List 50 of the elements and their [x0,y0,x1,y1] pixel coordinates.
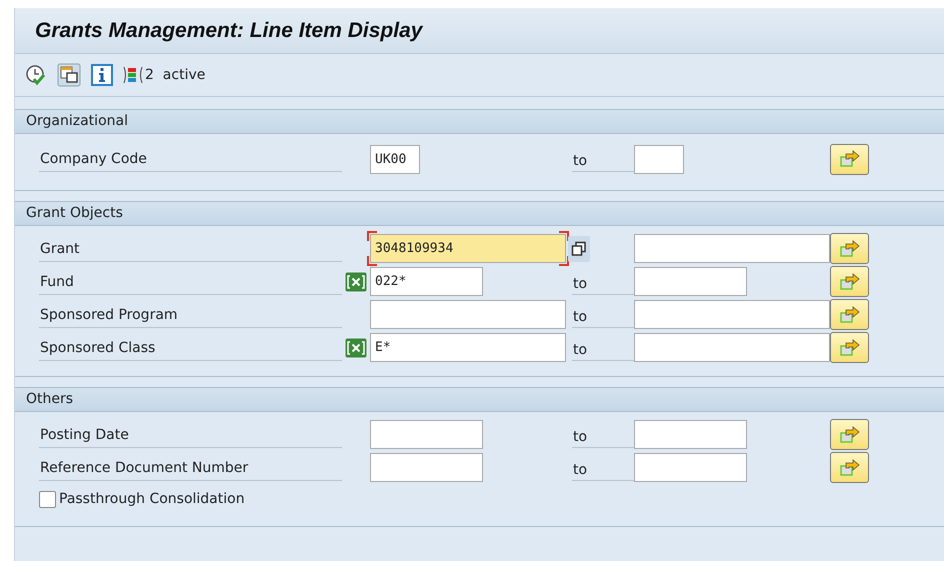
field-label: Sponsored Program [39,302,342,328]
multiple-selection-button[interactable] [830,144,869,174]
input-field[interactable] [370,300,566,329]
field-label: Grant [39,236,342,262]
field-label: Sponsored Class [39,334,342,360]
field-label: Posting Date [39,422,342,448]
arrow-icon [838,272,860,292]
window-title: Grants Management: Line Item Display [35,18,422,44]
multiple-selection-button[interactable] [830,233,869,264]
input-field[interactable] [634,420,747,449]
info-icon[interactable] [91,64,113,86]
input-field[interactable]: UK00 [370,144,420,174]
input-field[interactable] [634,234,830,263]
multiple-selection-button[interactable] [830,452,869,483]
windows-icon[interactable] [57,63,81,87]
checkbox[interactable] [39,490,56,508]
arrow-icon [838,149,860,169]
input-field[interactable] [370,453,483,482]
input-field[interactable] [634,453,747,482]
active-selections-button[interactable]: 2 active [123,64,206,86]
exclusion-icon[interactable] [345,272,367,292]
input-field[interactable]: 022* [370,267,483,296]
copy-button[interactable] [568,236,590,262]
field-label: Fund [39,268,342,294]
copy-icon [571,240,587,256]
input-field[interactable] [634,144,684,174]
input-field[interactable] [634,267,747,296]
field-label: Company Code [39,146,342,172]
input-field[interactable] [370,420,483,449]
checkbox-label: Passthrough Consolidation [59,490,245,508]
colored-bars-icon [123,65,143,85]
arrow-icon [838,338,860,358]
arrow-icon [838,238,860,258]
arrow-icon [838,424,860,444]
group-title: Others [26,390,74,409]
arrow-icon [838,458,860,478]
multiple-selection-button[interactable] [830,266,869,297]
input-field[interactable]: E* [370,333,566,362]
arrow-icon [838,304,860,324]
field-label: Reference Document Number [39,454,342,480]
group-title: Grant Objects [26,204,123,223]
multiple-selection-button[interactable] [830,419,869,450]
multiple-selection-button[interactable] [830,299,869,330]
clock-check-icon[interactable] [25,64,47,86]
exclusion-icon[interactable] [345,338,367,358]
input-field[interactable] [634,333,830,362]
input-field[interactable]: 3048109934 [367,231,569,266]
multiple-selection-button[interactable] [830,332,869,363]
group-title: Organizational [26,112,128,131]
input-field[interactable] [634,300,830,329]
